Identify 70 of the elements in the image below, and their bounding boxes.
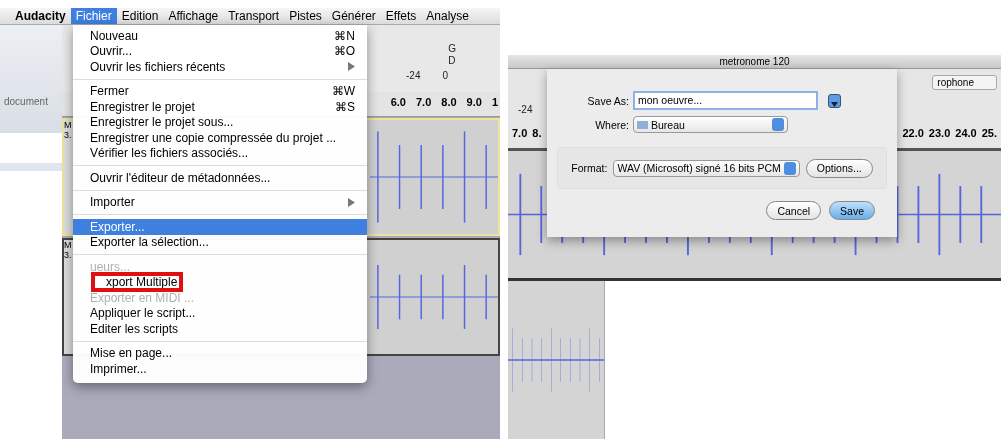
track-name: M bbox=[64, 120, 73, 130]
menu-item[interactable]: Vérifier les fichiers associés... bbox=[73, 145, 367, 161]
menu-item[interactable]: Importer bbox=[73, 194, 367, 210]
field-label: Format: bbox=[571, 162, 608, 174]
ruler-label: 8. bbox=[532, 127, 542, 141]
ruler-label: 23.0 bbox=[928, 127, 951, 141]
document-ruler bbox=[0, 163, 62, 171]
meter-channel-label: D bbox=[448, 55, 456, 66]
shortcut-label: ⌘S bbox=[335, 99, 355, 114]
menu-item[interactable]: Appliquer le script... bbox=[73, 305, 367, 321]
meter-tick-label: -24 bbox=[518, 104, 533, 115]
field-label: Where: bbox=[594, 118, 629, 131]
menu-item[interactable]: Imprimer... bbox=[73, 361, 367, 377]
menu-bar-item[interactable]: Transport bbox=[223, 8, 285, 24]
ruler-label: 1 bbox=[491, 96, 498, 110]
ruler-label: 7.0 bbox=[416, 96, 432, 110]
field-label: Save As: bbox=[586, 94, 629, 107]
ruler-label: 8.0 bbox=[441, 96, 457, 110]
menu-bar-item[interactable]: Fichier bbox=[70, 8, 117, 24]
stepper-icon bbox=[783, 161, 796, 175]
menu-item[interactable]: Exporter... bbox=[73, 219, 367, 235]
folder-icon bbox=[637, 120, 648, 129]
stepper-icon bbox=[772, 118, 784, 131]
menu-item[interactable]: Enregistrer le projet ⌘S bbox=[73, 99, 367, 115]
menu-item[interactable]: Ouvrir l'éditeur de métadonnées... bbox=[73, 170, 367, 186]
options-button[interactable]: Options... bbox=[805, 158, 873, 178]
dialog-button[interactable]: Cancel bbox=[766, 201, 822, 220]
menu-bar-item[interactable]: Audacity bbox=[10, 8, 71, 24]
ruler-label: 7.0 bbox=[512, 127, 528, 141]
menu-item[interactable]: Ouvrir... ⌘O bbox=[73, 43, 367, 59]
menu-bar-item[interactable]: Effets bbox=[380, 8, 422, 24]
submenu-arrow-icon bbox=[348, 62, 355, 72]
menu-item[interactable]: Enregistrer le projet sous... bbox=[73, 114, 367, 130]
window-title: metronome 120 bbox=[508, 55, 1001, 69]
menu-item[interactable]: Exporter la sélection... bbox=[73, 234, 367, 250]
ruler-label: 25. bbox=[981, 127, 997, 141]
shortcut-label: ⌘O bbox=[333, 44, 355, 59]
menu-item[interactable]: Mise en page... bbox=[73, 345, 367, 361]
meter-tick-label: 0 bbox=[442, 70, 448, 81]
meter-tick-label: -24 bbox=[406, 70, 421, 81]
shortcut-label: ⌘W bbox=[331, 84, 355, 99]
menu-item[interactable]: Ouvrir les fichiers récents bbox=[73, 59, 367, 75]
menu-bar-item[interactable]: Générer bbox=[326, 8, 381, 24]
menu-bar-item[interactable]: Pistes bbox=[284, 8, 327, 24]
dialog-button[interactable]: Save bbox=[829, 201, 875, 220]
track-rate: 3. bbox=[64, 250, 73, 260]
menu-item[interactable]: Enregistrer une copie compressée du projet ... bbox=[73, 130, 367, 146]
submenu-arrow-icon bbox=[348, 197, 355, 207]
triangle-down-icon bbox=[831, 101, 838, 107]
ruler-label: 24.0 bbox=[955, 127, 977, 141]
menu-item[interactable]: Fermer ⌘W bbox=[73, 83, 367, 99]
menu-bar-item[interactable]: Affichage bbox=[163, 8, 224, 24]
input-device-select[interactable]: rophone bbox=[932, 75, 997, 90]
track-rate: 3. bbox=[64, 130, 73, 140]
menu-item[interactable]: Nouveau ⌘N bbox=[73, 28, 367, 44]
menu-item[interactable]: Editer les scripts bbox=[73, 321, 367, 337]
shortcut-label: ⌘N bbox=[334, 28, 355, 43]
ruler-label: 6.0 bbox=[390, 96, 406, 110]
expand-button[interactable] bbox=[828, 93, 841, 108]
menu-bar-item[interactable]: Edition bbox=[116, 8, 164, 24]
toolbar-label: document bbox=[4, 96, 49, 107]
ruler-label: 22.0 bbox=[902, 127, 924, 141]
ruler-label: 9.0 bbox=[466, 96, 482, 110]
location-popup[interactable]: Bureau bbox=[633, 116, 788, 133]
meter-channel-label: G bbox=[448, 43, 456, 54]
format-popup[interactable]: WAV (Microsoft) signé 16 bits PCM bbox=[613, 159, 800, 177]
filename-input[interactable]: mon oeuvre... bbox=[633, 91, 818, 110]
track-name: M bbox=[64, 240, 73, 250]
menu-bar-item[interactable]: Analyse bbox=[421, 8, 475, 24]
menu-item[interactable]: xport Multiple bbox=[73, 274, 367, 290]
